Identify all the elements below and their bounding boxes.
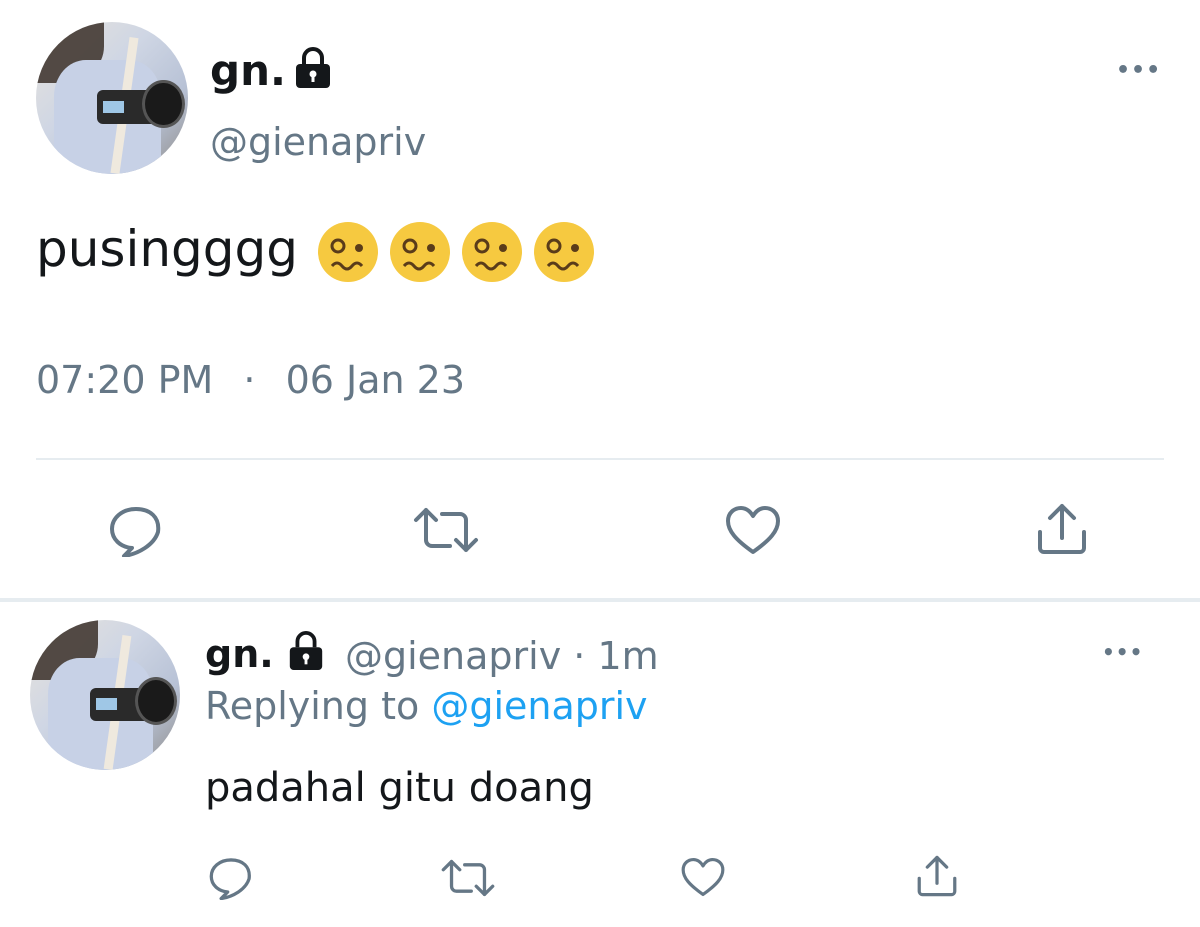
reply-icon[interactable] [208, 856, 254, 900]
woozy-face-icon [462, 222, 522, 282]
main-tweet: gn. @gienapriv ••• pusingggg 07:20 PM · … [0, 0, 1200, 600]
like-icon[interactable] [724, 504, 782, 556]
handle[interactable]: @gienapriv [210, 120, 426, 164]
tweet-time: 07:20 PM [36, 358, 214, 402]
like-icon[interactable] [680, 856, 726, 898]
share-icon[interactable] [916, 854, 958, 898]
retweet-icon[interactable] [412, 506, 480, 554]
tweet-separator [0, 598, 1200, 602]
tweet-text: pusingggg [36, 220, 299, 278]
retweet-icon[interactable] [440, 858, 496, 898]
replying-prefix: Replying to [205, 684, 420, 728]
avatar[interactable] [36, 22, 188, 174]
reply-avatar[interactable] [30, 620, 180, 770]
woozy-face-icon [318, 222, 378, 282]
emoji-row [316, 220, 596, 284]
reply-icon[interactable] [108, 505, 164, 557]
lock-icon [289, 631, 323, 671]
reply-text: padahal gitu doang [205, 765, 594, 811]
more-icon[interactable]: ••• [1102, 640, 1143, 664]
reply-display-name[interactable]: gn. [205, 632, 274, 676]
tweet-date: 06 Jan 23 [285, 358, 466, 402]
more-icon[interactable]: ••• [1116, 58, 1161, 83]
replying-to: Replying to @gienapriv [205, 684, 648, 728]
replying-handle-link[interactable]: @gienapriv [431, 684, 647, 728]
share-icon[interactable] [1036, 502, 1088, 556]
display-name[interactable]: gn. [210, 46, 286, 95]
date-separator: · [243, 358, 256, 402]
woozy-face-icon [534, 222, 594, 282]
reply-handle-time[interactable]: @gienapriv · 1m [345, 634, 659, 678]
timestamp[interactable]: 07:20 PM · 06 Jan 23 [36, 358, 465, 402]
woozy-face-icon [390, 222, 450, 282]
divider [36, 458, 1164, 460]
lock-icon [296, 47, 330, 88]
